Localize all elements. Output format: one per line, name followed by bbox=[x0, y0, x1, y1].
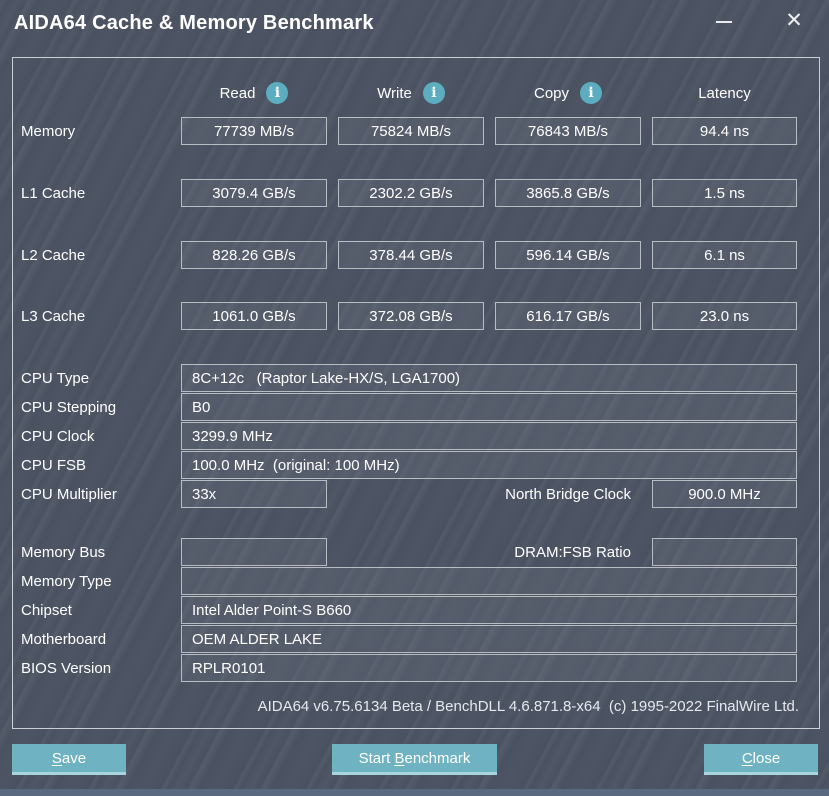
l2-read-value: 828.26 GB/s bbox=[181, 241, 327, 269]
l1-latency-value: 1.5 ns bbox=[652, 179, 797, 207]
l2-write-value: 378.44 GB/s bbox=[338, 241, 484, 269]
close-icon: ✕ bbox=[785, 8, 803, 33]
cpu-stepping-label: CPU Stepping bbox=[21, 393, 116, 421]
row-label-l1-cache: L1 Cache bbox=[21, 179, 85, 207]
bios-version-label: BIOS Version bbox=[21, 654, 111, 682]
memory-bus-label: Memory Bus bbox=[21, 538, 105, 566]
column-header-read: Read i bbox=[181, 80, 327, 106]
write-info-icon[interactable]: i bbox=[423, 82, 445, 104]
motherboard-value: OEM ALDER LAKE bbox=[181, 625, 797, 653]
motherboard-label: Motherboard bbox=[21, 625, 106, 653]
dram-fsb-ratio-label: DRAM:FSB Ratio bbox=[514, 538, 631, 566]
l1-read-value: 3079.4 GB/s bbox=[181, 179, 327, 207]
column-header-write: Write i bbox=[338, 80, 484, 106]
main-panel: Read i Write i Copy i Latency Memory 777… bbox=[12, 57, 820, 729]
north-bridge-clock-value: 900.0 MHz bbox=[652, 480, 797, 508]
memory-type-value bbox=[181, 567, 797, 595]
minimize-button[interactable] bbox=[710, 10, 738, 34]
read-info-icon[interactable]: i bbox=[266, 82, 288, 104]
l3-write-value: 372.08 GB/s bbox=[338, 302, 484, 330]
l3-copy-value: 616.17 GB/s bbox=[495, 302, 641, 330]
minimize-icon bbox=[716, 21, 732, 23]
titlebar: AIDA64 Cache & Memory Benchmark ✕ bbox=[0, 0, 829, 52]
cpu-clock-label: CPU Clock bbox=[21, 422, 94, 450]
close-button[interactable]: Close bbox=[704, 744, 818, 775]
copy-header-label: Copy bbox=[534, 85, 569, 102]
memory-read-value: 77739 MB/s bbox=[181, 117, 327, 145]
read-header-label: Read bbox=[220, 85, 256, 102]
row-label-l2-cache: L2 Cache bbox=[21, 241, 85, 269]
write-header-label: Write bbox=[377, 85, 412, 102]
l3-read-value: 1061.0 GB/s bbox=[181, 302, 327, 330]
cpu-type-value: 8C+12c (Raptor Lake-HX/S, LGA1700) bbox=[181, 364, 797, 392]
l3-latency-value: 23.0 ns bbox=[652, 302, 797, 330]
l1-write-value: 2302.2 GB/s bbox=[338, 179, 484, 207]
north-bridge-clock-label: North Bridge Clock bbox=[505, 480, 631, 508]
cpu-clock-value: 3299.9 MHz bbox=[181, 422, 797, 450]
cpu-stepping-value: B0 bbox=[181, 393, 797, 421]
memory-copy-value: 76843 MB/s bbox=[495, 117, 641, 145]
cpu-multiplier-value: 33x bbox=[181, 480, 327, 508]
l2-latency-value: 6.1 ns bbox=[652, 241, 797, 269]
start-benchmark-button[interactable]: Start Benchmark bbox=[332, 744, 497, 775]
memory-type-label: Memory Type bbox=[21, 567, 112, 595]
cpu-multiplier-label: CPU Multiplier bbox=[21, 480, 117, 508]
column-header-latency: Latency bbox=[652, 80, 797, 106]
chipset-label: Chipset bbox=[21, 596, 72, 624]
bios-version-value: RPLR0101 bbox=[181, 654, 797, 682]
chipset-value: Intel Alder Point-S B660 bbox=[181, 596, 797, 624]
version-copyright-text: AIDA64 v6.75.6134 Beta / BenchDLL 4.6.87… bbox=[258, 698, 799, 715]
cpu-fsb-label: CPU FSB bbox=[21, 451, 86, 479]
memory-write-value: 75824 MB/s bbox=[338, 117, 484, 145]
copy-info-icon[interactable]: i bbox=[580, 82, 602, 104]
save-button[interactable]: Save bbox=[12, 744, 126, 775]
window-title: AIDA64 Cache & Memory Benchmark bbox=[14, 12, 374, 35]
l1-copy-value: 3865.8 GB/s bbox=[495, 179, 641, 207]
row-label-memory: Memory bbox=[21, 117, 75, 145]
row-label-l3-cache: L3 Cache bbox=[21, 302, 85, 330]
dram-fsb-ratio-value bbox=[652, 538, 797, 566]
background-window-edge bbox=[0, 789, 829, 796]
l2-copy-value: 596.14 GB/s bbox=[495, 241, 641, 269]
memory-latency-value: 94.4 ns bbox=[652, 117, 797, 145]
close-window-button[interactable]: ✕ bbox=[778, 4, 810, 36]
memory-bus-value bbox=[181, 538, 327, 566]
latency-header-label: Latency bbox=[698, 85, 751, 102]
column-header-copy: Copy i bbox=[495, 80, 641, 106]
cpu-type-label: CPU Type bbox=[21, 364, 89, 392]
cpu-fsb-value: 100.0 MHz (original: 100 MHz) bbox=[181, 451, 797, 479]
